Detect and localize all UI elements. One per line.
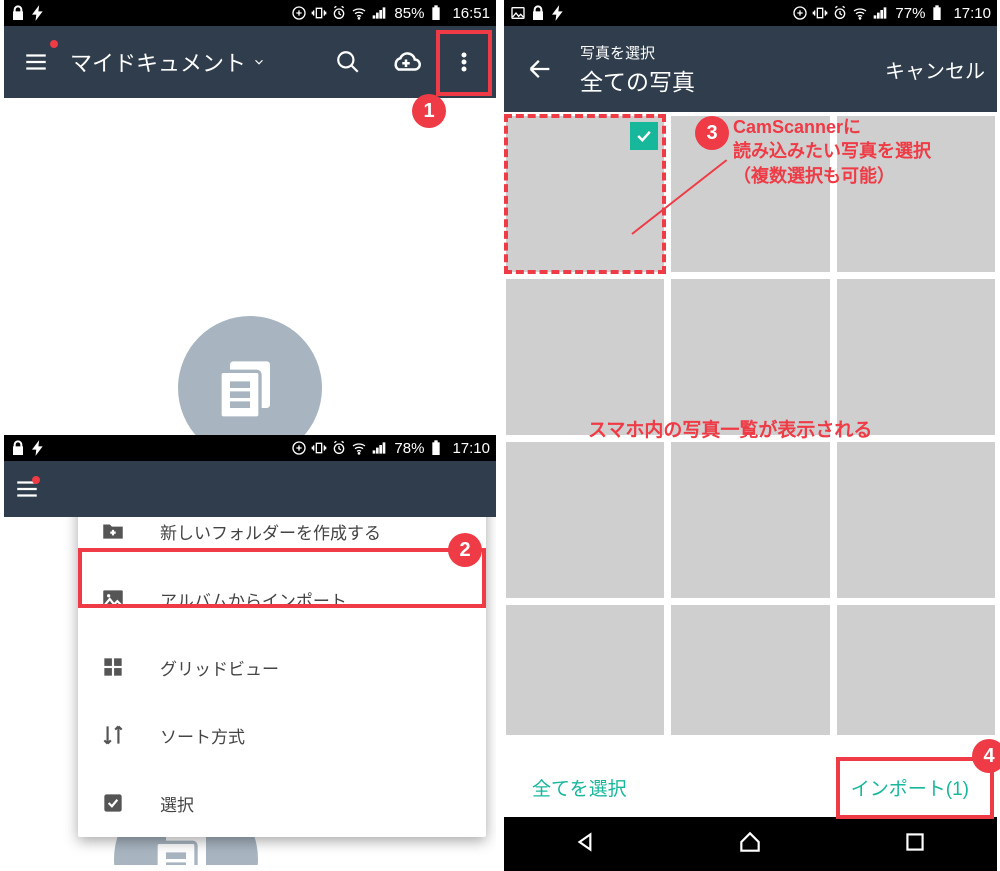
photo-thumb[interactable] <box>671 605 829 735</box>
photo-thumb[interactable] <box>506 279 664 435</box>
chevron-down-icon <box>252 55 266 69</box>
cancel-button[interactable]: キャンセル <box>885 55 985 84</box>
status-bar: 85% 16:51 <box>4 0 496 26</box>
callout-badge-4: 4 <box>972 739 1000 773</box>
battery-text: 77% <box>895 5 925 22</box>
wifi-icon <box>351 5 367 21</box>
callout-badge-1: 1 <box>412 94 446 128</box>
battery-icon <box>929 5 945 21</box>
menu-select[interactable]: 選択 <box>78 769 486 837</box>
alarm-icon <box>832 5 848 21</box>
menu-grid-view[interactable]: グリッドビュー <box>78 633 486 701</box>
grid-icon <box>100 654 126 680</box>
battery-icon <box>428 5 444 21</box>
photo-thumb[interactable] <box>671 279 829 435</box>
clock-text: 17:10 <box>953 5 991 22</box>
android-nav-bar <box>504 817 997 871</box>
checkbox-icon <box>100 790 126 816</box>
app-bar-dimmed <box>4 461 496 517</box>
vibrate-icon <box>311 5 327 21</box>
selected-check-icon <box>630 122 658 150</box>
cloud-plus-icon <box>391 47 421 77</box>
lock-icon <box>530 5 546 21</box>
photo-grid <box>504 112 997 735</box>
notification-dot-icon <box>50 40 58 48</box>
search-icon <box>335 49 361 75</box>
lock-icon <box>10 5 26 21</box>
photo-thumb[interactable] <box>837 442 995 598</box>
clock-text: 17:10 <box>452 440 490 457</box>
image-icon <box>100 586 126 612</box>
bolt-icon <box>550 5 566 21</box>
square-icon <box>902 829 928 855</box>
vibrate-icon <box>812 5 828 21</box>
photo-thumb[interactable] <box>506 116 664 272</box>
empty-state <box>4 98 496 420</box>
photo-thumb[interactable] <box>837 116 995 272</box>
clock-text: 16:51 <box>452 5 490 22</box>
home-icon <box>737 829 763 855</box>
signal-icon <box>371 440 387 456</box>
nav-recent[interactable] <box>902 829 928 860</box>
callout-badge-2: 2 <box>448 533 482 567</box>
alarm-icon <box>331 440 347 456</box>
battery-text: 85% <box>394 5 424 22</box>
menu-new-folder[interactable]: 新しいフォルダーを作成する <box>78 517 486 565</box>
plus-circle-icon <box>792 5 808 21</box>
select-all-button[interactable]: 全てを選択 <box>532 774 627 801</box>
sort-icon <box>100 722 126 748</box>
photo-thumb[interactable] <box>837 605 995 735</box>
photo-thumb[interactable] <box>837 279 995 435</box>
screen-photo-picker: 77% 17:10 写真を選択 全ての写真 キャンセル <box>504 0 997 871</box>
status-bar: 77% 17:10 <box>504 0 997 26</box>
photo-thumb[interactable] <box>671 442 829 598</box>
back-button[interactable] <box>516 45 564 93</box>
search-button[interactable] <box>324 38 372 86</box>
battery-text: 78% <box>394 440 424 457</box>
screen-overflow-menu: 78% 17:10 新しいフォルダーを作成する アルバムからインポート グリ <box>4 435 496 865</box>
folder-plus-icon <box>100 518 126 544</box>
picker-app-bar: 写真を選択 全ての写真 キャンセル <box>504 26 997 112</box>
menu-button[interactable] <box>12 474 42 504</box>
app-bar: マイドキュメント <box>4 26 496 98</box>
overflow-button[interactable] <box>440 38 488 86</box>
nav-home[interactable] <box>737 829 763 860</box>
menu-sort[interactable]: ソート方式 <box>78 701 486 769</box>
photo-thumb[interactable] <box>506 442 664 598</box>
notification-dot-icon <box>32 476 40 484</box>
photo-thumb[interactable] <box>506 605 664 735</box>
wifi-icon <box>351 440 367 456</box>
arrow-left-icon <box>526 55 554 83</box>
screen-my-documents: 85% 16:51 マイドキュメント <box>4 0 496 420</box>
import-button[interactable]: インポート(1) <box>851 774 969 801</box>
signal-icon <box>371 5 387 21</box>
page-title[interactable]: マイドキュメント <box>70 46 314 78</box>
lock-icon <box>10 440 26 456</box>
signal-icon <box>872 5 888 21</box>
overflow-menu: 新しいフォルダーを作成する アルバムからインポート グリッドビュー ソート方式 … <box>78 517 486 837</box>
callout-badge-3: 3 <box>695 116 729 150</box>
picker-title[interactable]: 写真を選択 全ての写真 <box>580 42 695 97</box>
vibrate-icon <box>311 440 327 456</box>
menu-button[interactable] <box>12 38 60 86</box>
battery-icon <box>428 440 444 456</box>
cloud-button[interactable] <box>382 38 430 86</box>
menu-import-album[interactable]: アルバムからインポート <box>78 565 486 633</box>
picker-bottom-bar: 全てを選択 インポート(1) <box>504 757 997 817</box>
nav-back[interactable] <box>573 829 599 860</box>
image-icon <box>510 5 526 21</box>
bolt-icon <box>30 5 46 21</box>
wifi-icon <box>852 5 868 21</box>
bolt-icon <box>30 440 46 456</box>
more-vert-icon <box>452 50 476 74</box>
plus-circle-icon <box>291 440 307 456</box>
status-bar: 78% 17:10 <box>4 435 496 461</box>
plus-circle-icon <box>291 5 307 21</box>
triangle-back-icon <box>573 829 599 855</box>
alarm-icon <box>331 5 347 21</box>
photo-thumb[interactable] <box>671 116 829 272</box>
